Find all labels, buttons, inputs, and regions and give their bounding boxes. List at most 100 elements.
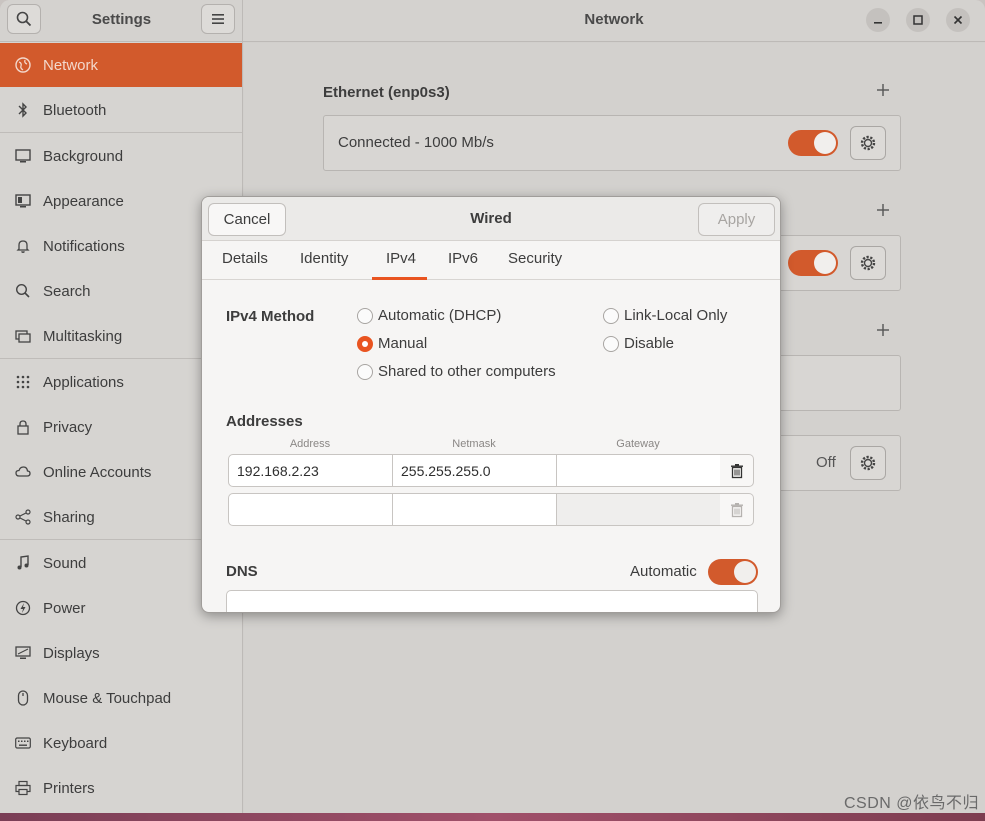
netmask-input-empty[interactable] bbox=[392, 493, 557, 526]
apply-button[interactable]: Apply bbox=[698, 203, 775, 236]
toggle-knob bbox=[734, 561, 756, 583]
sidebar-item-label: Network bbox=[43, 56, 99, 74]
sidebar-header: Settings bbox=[0, 0, 243, 42]
netmask-input[interactable]: 255.255.255.0 bbox=[392, 454, 557, 487]
column-header-gateway: Gateway bbox=[616, 438, 660, 450]
sidebar-item-label: Privacy bbox=[43, 418, 93, 436]
lock-icon bbox=[14, 418, 32, 436]
sidebar-item-bluetooth[interactable]: Bluetooth bbox=[0, 88, 242, 132]
header-bar: Settings Network bbox=[0, 0, 985, 42]
delete-address-button[interactable] bbox=[720, 454, 754, 487]
dns-servers-input[interactable] bbox=[226, 590, 758, 612]
appearance-icon bbox=[14, 192, 32, 210]
sidebar-item-background[interactable]: Background bbox=[0, 134, 242, 178]
radio-button[interactable] bbox=[603, 307, 619, 324]
tab-identity[interactable]: Identity bbox=[300, 250, 348, 267]
addresses-label: Addresses bbox=[226, 413, 303, 430]
network-icon bbox=[14, 56, 32, 74]
proxy-settings-button[interactable] bbox=[850, 446, 886, 480]
proxy-status: Off bbox=[816, 454, 836, 471]
sidebar-item-label: Appearance bbox=[43, 192, 124, 210]
apps-grid-icon bbox=[14, 373, 32, 391]
sidebar-item-label: Bluetooth bbox=[43, 101, 107, 119]
minimize-icon bbox=[874, 22, 882, 24]
close-button[interactable] bbox=[946, 8, 970, 32]
add-connection-button[interactable] bbox=[876, 81, 890, 101]
menu-button[interactable] bbox=[201, 4, 235, 34]
address-input[interactable]: 192.168.2.23 bbox=[228, 454, 393, 487]
method-dhcp-label: Automatic (DHCP) bbox=[378, 307, 502, 324]
add-vpn-button[interactable] bbox=[876, 201, 890, 221]
add-third-button[interactable] bbox=[876, 321, 890, 341]
sidebar-item-label: Mouse & Touchpad bbox=[43, 689, 172, 707]
method-link-local-label: Link-Local Only bbox=[624, 307, 728, 324]
method-manual-label: Manual bbox=[378, 335, 428, 352]
mouse-icon bbox=[14, 689, 32, 707]
dns-automatic-label: Automatic bbox=[630, 563, 697, 580]
cloud-icon bbox=[14, 463, 32, 481]
ethernet-settings-button[interactable] bbox=[850, 126, 886, 160]
dns-automatic-toggle[interactable] bbox=[708, 559, 758, 585]
tab-security[interactable]: Security bbox=[508, 250, 562, 267]
close-icon bbox=[953, 15, 963, 25]
maximize-button[interactable] bbox=[906, 8, 930, 32]
desktop-edge bbox=[0, 813, 985, 821]
sidebar-item-network[interactable]: Network bbox=[0, 43, 242, 87]
dialog-header: Cancel Wired Apply bbox=[202, 197, 780, 241]
tab-details[interactable]: Details bbox=[222, 250, 268, 267]
plus-icon bbox=[877, 84, 889, 96]
background-icon bbox=[14, 147, 32, 165]
toggle-knob bbox=[814, 132, 836, 154]
sidebar-item-keyboard[interactable]: Keyboard bbox=[0, 721, 242, 765]
sidebar-divider bbox=[0, 132, 242, 133]
method-link-local[interactable]: Link-Local Only bbox=[603, 307, 727, 324]
wired-dialog: Cancel Wired Apply Details Identity IPv4… bbox=[201, 196, 781, 613]
ethernet-section-title: Ethernet (enp0s3) bbox=[323, 84, 450, 101]
minimize-button[interactable] bbox=[866, 8, 890, 32]
second-connection-settings-button[interactable] bbox=[850, 246, 886, 280]
multitasking-icon bbox=[14, 327, 32, 345]
plus-icon bbox=[877, 204, 889, 216]
radio-button[interactable] bbox=[357, 307, 373, 324]
method-manual[interactable]: Manual bbox=[357, 335, 427, 352]
method-dhcp[interactable]: Automatic (DHCP) bbox=[357, 307, 501, 324]
maximize-icon bbox=[913, 15, 923, 25]
sidebar-item-label: Multitasking bbox=[43, 327, 123, 345]
hamburger-menu-icon bbox=[212, 14, 224, 24]
share-icon bbox=[14, 508, 32, 526]
sidebar-item-mouse-touchpad[interactable]: Mouse & Touchpad bbox=[0, 676, 242, 720]
radio-button[interactable] bbox=[357, 363, 373, 380]
dialog-tabs: Details Identity IPv4 IPv6 Security bbox=[202, 241, 780, 280]
method-shared[interactable]: Shared to other computers bbox=[357, 363, 556, 380]
active-tab-indicator bbox=[372, 277, 427, 280]
tab-ipv4[interactable]: IPv4 bbox=[386, 250, 416, 267]
ethernet-toggle[interactable] bbox=[788, 130, 838, 156]
ipv4-method-label: IPv4 Method bbox=[226, 308, 315, 325]
gear-icon bbox=[860, 255, 876, 271]
search-icon bbox=[14, 282, 32, 300]
sidebar-item-printers[interactable]: Printers bbox=[0, 766, 242, 810]
keyboard-icon bbox=[14, 734, 32, 752]
trash-icon bbox=[730, 463, 743, 478]
sidebar-item-label: Power bbox=[43, 599, 86, 617]
sidebar-item-label: Displays bbox=[43, 644, 100, 662]
address-input-empty[interactable] bbox=[228, 493, 393, 526]
second-connection-toggle[interactable] bbox=[788, 250, 838, 276]
music-note-icon bbox=[14, 554, 32, 572]
power-icon bbox=[14, 599, 32, 617]
method-shared-label: Shared to other computers bbox=[378, 363, 556, 380]
radio-button-checked[interactable] bbox=[357, 335, 373, 352]
sidebar-item-displays[interactable]: Displays bbox=[0, 631, 242, 675]
gateway-input[interactable] bbox=[556, 454, 721, 487]
delete-address-button-disabled[interactable] bbox=[720, 493, 754, 526]
sidebar-item-label: Notifications bbox=[43, 237, 125, 255]
radio-button[interactable] bbox=[603, 335, 619, 352]
ethernet-status: Connected - 1000 Mb/s bbox=[338, 134, 494, 151]
gateway-input-disabled[interactable] bbox=[556, 493, 721, 526]
printer-icon bbox=[14, 779, 32, 797]
gear-icon bbox=[860, 455, 876, 471]
method-disable[interactable]: Disable bbox=[603, 335, 674, 352]
sidebar-item-label: Sharing bbox=[43, 508, 95, 526]
tab-ipv6[interactable]: IPv6 bbox=[448, 250, 478, 267]
sidebar-item-label: Applications bbox=[43, 373, 124, 391]
